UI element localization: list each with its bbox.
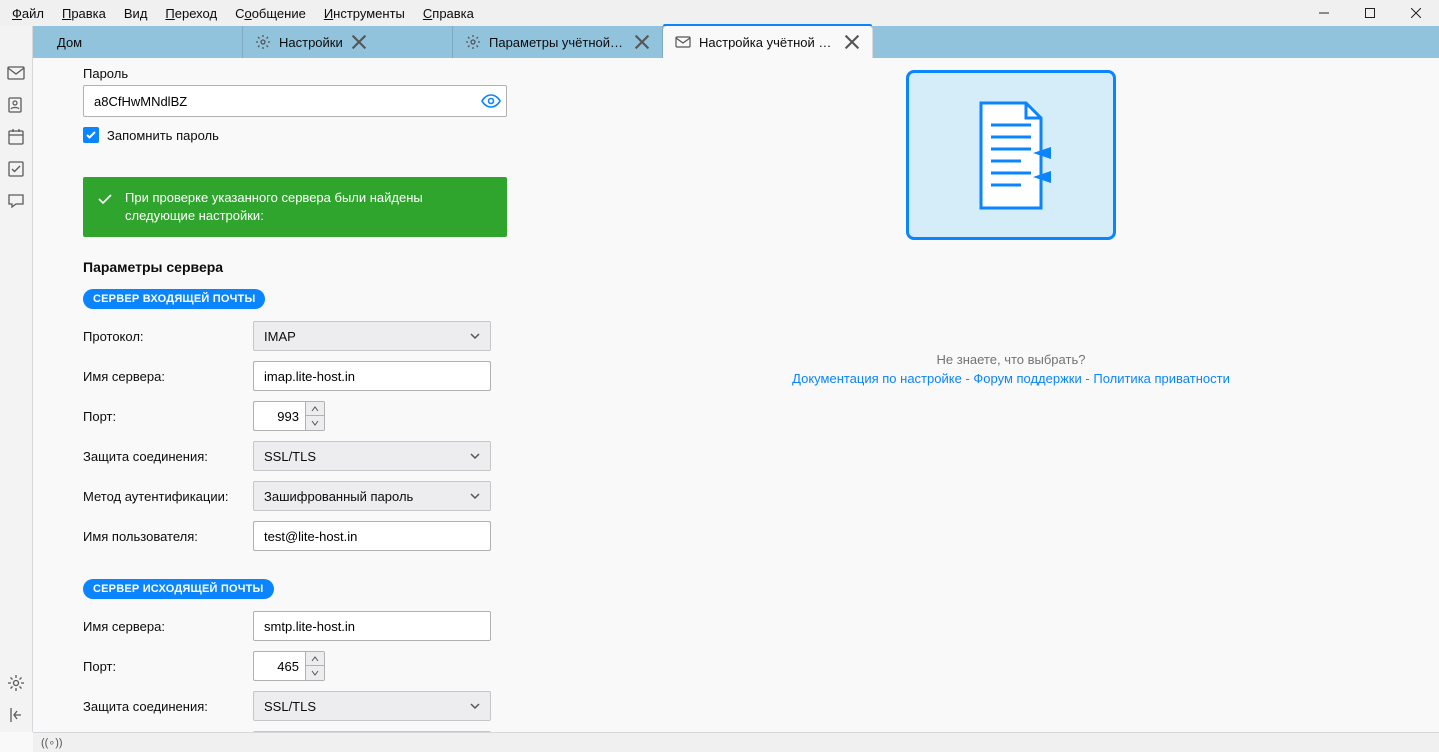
tab-strip: Дом Настройки Параметры учётной запис… Н… bbox=[0, 26, 1439, 58]
tab-label: Параметры учётной запис… bbox=[489, 35, 626, 50]
tab-account-setup[interactable]: Настройка учётной записи bbox=[663, 26, 873, 58]
window-controls bbox=[1301, 0, 1439, 26]
protocol-select[interactable]: IMAP bbox=[253, 321, 491, 351]
window-maximize-button[interactable] bbox=[1347, 0, 1393, 26]
port-label: Порт: bbox=[83, 659, 253, 674]
username-label: Имя пользователя: bbox=[83, 529, 253, 544]
close-icon[interactable] bbox=[844, 34, 860, 50]
close-icon[interactable] bbox=[351, 34, 367, 50]
success-notice: При проверке указанного сервера были най… bbox=[83, 177, 507, 237]
tab-label: Настройка учётной записи bbox=[699, 35, 836, 50]
window-minimize-button[interactable] bbox=[1301, 0, 1347, 26]
password-input[interactable] bbox=[83, 85, 507, 117]
select-value: SSL/TLS bbox=[264, 699, 316, 714]
menu-go[interactable]: Переход bbox=[157, 2, 225, 25]
select-value: Зашифрованный пароль bbox=[264, 489, 413, 504]
calendar-space-icon[interactable] bbox=[7, 128, 25, 146]
tab-settings[interactable]: Настройки bbox=[243, 26, 453, 58]
incoming-hostname-input[interactable] bbox=[253, 361, 491, 391]
outgoing-badge: СЕРВЕР ИСХОДЯЩЕЙ ПОЧТЫ bbox=[83, 579, 274, 599]
privacy-link[interactable]: Политика приватности bbox=[1093, 371, 1229, 386]
status-bar: ((∘)) bbox=[33, 732, 1439, 752]
chat-space-icon[interactable] bbox=[7, 192, 25, 210]
menu-edit[interactable]: Правка bbox=[54, 2, 114, 25]
port-up-button[interactable] bbox=[306, 402, 324, 416]
incoming-security-select[interactable]: SSL/TLS bbox=[253, 441, 491, 471]
tab-label: Настройки bbox=[279, 35, 343, 50]
hostname-label: Имя сервера: bbox=[83, 369, 253, 384]
chevron-down-icon bbox=[468, 449, 482, 463]
outgoing-port-input[interactable] bbox=[253, 651, 305, 681]
hostname-label: Имя сервера: bbox=[83, 619, 253, 634]
menu-tools[interactable]: Инструменты bbox=[316, 2, 413, 25]
collapse-space-icon[interactable] bbox=[7, 706, 25, 724]
security-label: Защита соединения: bbox=[83, 449, 253, 464]
notice-text: При проверке указанного сервера были най… bbox=[125, 189, 493, 225]
menu-file[interactable]: Файл bbox=[4, 2, 52, 25]
account-form: Пароль Запомнить пароль При проверке ука… bbox=[33, 58, 583, 732]
tab-label: Дом bbox=[57, 35, 82, 50]
port-label: Порт: bbox=[83, 409, 253, 424]
menubar: Файл Правка Вид Переход Сообщение Инстру… bbox=[0, 0, 1439, 26]
menu-message[interactable]: Сообщение bbox=[227, 2, 314, 25]
document-icon bbox=[961, 95, 1061, 215]
menu-view[interactable]: Вид bbox=[116, 2, 156, 25]
outgoing-hostname-input[interactable] bbox=[253, 611, 491, 641]
doc-link[interactable]: Документация по настройке bbox=[792, 371, 962, 386]
sync-icon[interactable]: ((∘)) bbox=[41, 736, 63, 749]
close-icon[interactable] bbox=[634, 34, 650, 50]
spaces-toolbar bbox=[0, 26, 33, 732]
window-close-button[interactable] bbox=[1393, 0, 1439, 26]
gear-icon bbox=[465, 34, 481, 50]
tasks-space-icon[interactable] bbox=[7, 160, 25, 178]
incoming-auth-select[interactable]: Зашифрованный пароль bbox=[253, 481, 491, 511]
help-pane: Не знаете, что выбрать? Документация по … bbox=[583, 58, 1439, 732]
tab-account-params[interactable]: Параметры учётной запис… bbox=[453, 26, 663, 58]
port-down-button[interactable] bbox=[306, 666, 324, 680]
protocol-label: Протокол: bbox=[83, 329, 253, 344]
chevron-down-icon bbox=[468, 699, 482, 713]
help-question: Не знаете, что выбрать? bbox=[792, 352, 1230, 367]
settings-space-icon[interactable] bbox=[7, 674, 25, 692]
incoming-port-input[interactable] bbox=[253, 401, 305, 431]
forum-link[interactable]: Форум поддержки bbox=[973, 371, 1081, 386]
tab-home[interactable]: Дом bbox=[33, 26, 243, 58]
gear-icon bbox=[255, 34, 271, 50]
port-up-button[interactable] bbox=[306, 652, 324, 666]
chevron-down-icon bbox=[468, 489, 482, 503]
select-value: SSL/TLS bbox=[264, 449, 316, 464]
chevron-down-icon bbox=[468, 329, 482, 343]
outgoing-security-select[interactable]: SSL/TLS bbox=[253, 691, 491, 721]
password-label: Пароль bbox=[83, 66, 583, 81]
eye-icon[interactable] bbox=[481, 91, 501, 111]
security-label: Защита соединения: bbox=[83, 699, 253, 714]
auth-label: Метод аутентификации: bbox=[83, 489, 253, 504]
select-value: IMAP bbox=[264, 329, 296, 344]
remember-checkbox[interactable] bbox=[83, 127, 99, 143]
incoming-username-input[interactable] bbox=[253, 521, 491, 551]
remember-label: Запомнить пароль bbox=[107, 128, 219, 143]
port-down-button[interactable] bbox=[306, 416, 324, 430]
illustration-card bbox=[906, 70, 1116, 240]
mail-icon bbox=[675, 34, 691, 50]
incoming-badge: СЕРВЕР ВХОДЯЩЕЙ ПОЧТЫ bbox=[83, 289, 265, 309]
check-icon bbox=[97, 191, 113, 207]
mail-space-icon[interactable] bbox=[7, 64, 25, 82]
main-content: Пароль Запомнить пароль При проверке ука… bbox=[33, 58, 1439, 732]
server-params-title: Параметры сервера bbox=[83, 259, 583, 275]
menu-help[interactable]: Справка bbox=[415, 2, 482, 25]
addressbook-space-icon[interactable] bbox=[7, 96, 25, 114]
